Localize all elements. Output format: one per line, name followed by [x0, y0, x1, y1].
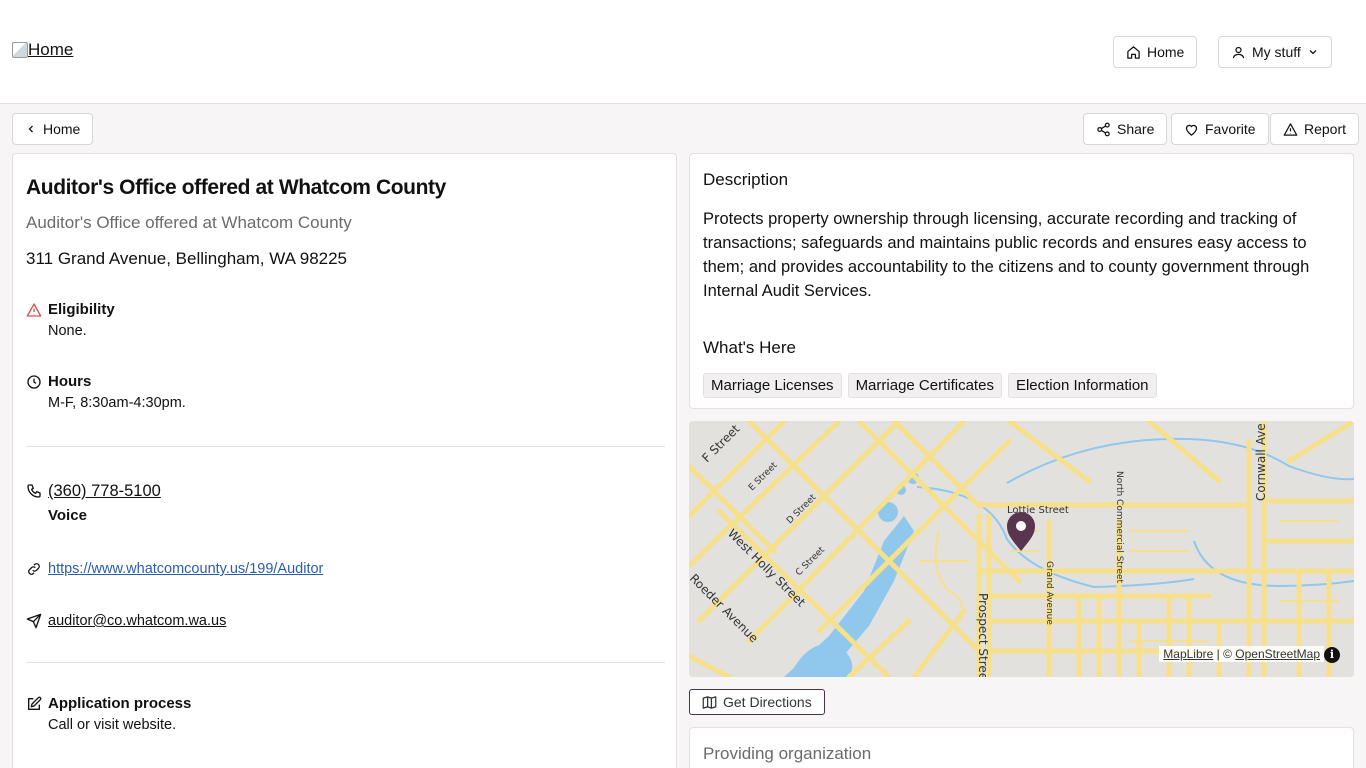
- hours-label: Hours: [48, 373, 92, 390]
- chevron-down-icon: [1307, 46, 1319, 58]
- eligibility-value: None.: [48, 323, 87, 339]
- description-card: Description Protects property ownership …: [689, 153, 1354, 409]
- description-heading: Description: [703, 170, 789, 189]
- send-icon: [26, 610, 42, 632]
- favorite-button[interactable]: Favorite: [1171, 113, 1269, 145]
- application-process-section: Application process Call or visit websit…: [26, 694, 191, 736]
- hours-section: Hours M-F, 8:30am-4:30pm.: [26, 372, 186, 414]
- my-stuff-menu-button[interactable]: My stuff: [1218, 36, 1332, 68]
- tag-item[interactable]: Marriage Licenses: [703, 373, 842, 398]
- heart-icon: [1184, 122, 1199, 137]
- website-section: https://www.whatcomcounty.us/199/Auditor: [26, 558, 323, 580]
- top-navigation-bar: Home Home My stuff: [0, 0, 1366, 104]
- home-logo-alt-text: Home: [28, 40, 74, 59]
- service-details-card: Auditor's Office offered at Whatcom Coun…: [12, 153, 677, 768]
- report-label: Report: [1304, 121, 1347, 137]
- share-button[interactable]: Share: [1083, 113, 1168, 145]
- application-value: Call or visit website.: [48, 717, 177, 733]
- service-address: 311 Grand Avenue, Bellingham, WA 98225: [26, 249, 348, 268]
- hours-value: M-F, 8:30am-4:30pm.: [48, 395, 186, 411]
- chevron-left-icon: [25, 123, 37, 135]
- application-label: Application process: [48, 695, 192, 712]
- map-label-cornwall: Cornwall Ave: [1254, 423, 1268, 501]
- service-subtitle: Auditor's Office offered at Whatcom Coun…: [26, 213, 352, 232]
- home-nav-label: Home: [1147, 44, 1185, 60]
- attribution-separator: | ©: [1213, 647, 1236, 661]
- broken-image-icon: [12, 42, 28, 58]
- map-label-grand: Grand Avenue: [1044, 561, 1054, 625]
- clock-icon: [26, 372, 42, 392]
- get-directions-label: Get Directions: [723, 694, 812, 710]
- phone-link[interactable]: (360) 778-5100: [48, 480, 161, 502]
- home-nav-button[interactable]: Home: [1113, 36, 1198, 68]
- back-home-button[interactable]: Home: [12, 113, 94, 145]
- phone-type-label: Voice: [48, 507, 87, 524]
- map-canvas[interactable]: F Street E Street D Street C Street West…: [689, 421, 1354, 677]
- providing-organization-card: Providing organization: [689, 727, 1354, 768]
- service-title: Auditor's Office offered at Whatcom Coun…: [26, 176, 446, 199]
- website-link[interactable]: https://www.whatcomcounty.us/199/Auditor: [48, 558, 323, 580]
- openstreetmap-link[interactable]: OpenStreetMap: [1235, 647, 1320, 661]
- tag-item[interactable]: Election Information: [1007, 373, 1157, 398]
- link-icon: [26, 558, 42, 580]
- share-icon: [1096, 122, 1111, 137]
- map-label-prospect: Prospect Stree: [976, 593, 990, 677]
- location-map[interactable]: F Street E Street D Street C Street West…: [689, 421, 1354, 677]
- eligibility-label: Eligibility: [48, 301, 115, 318]
- my-stuff-label: My stuff: [1252, 44, 1301, 60]
- phone-icon: [26, 480, 42, 502]
- favorite-label: Favorite: [1205, 121, 1256, 137]
- divider: [26, 662, 665, 663]
- map-label-north-commercial: North Commercial Street: [1114, 471, 1124, 584]
- home-icon: [1126, 45, 1141, 60]
- whats-here-heading: What's Here: [703, 338, 796, 357]
- edit-icon: [26, 694, 42, 714]
- eligibility-section: Eligibility None.: [26, 300, 115, 342]
- providing-organization-heading: Providing organization: [703, 744, 872, 763]
- report-button[interactable]: Report: [1270, 113, 1360, 145]
- home-logo-link[interactable]: Home: [12, 40, 73, 60]
- phone-section: (360) 778-5100 Voice: [26, 480, 161, 526]
- warning-icon: [26, 300, 42, 320]
- whats-here-tags: Marriage Licenses Marriage Certificates …: [703, 373, 1157, 398]
- warning-icon: [1283, 122, 1298, 137]
- back-label: Home: [43, 121, 81, 137]
- user-icon: [1231, 45, 1246, 60]
- email-link[interactable]: auditor@co.whatcom.wa.us: [48, 610, 226, 632]
- map-attribution: MapLibre | © OpenStreetMap: [1159, 646, 1324, 662]
- info-icon[interactable]: i: [1324, 647, 1340, 663]
- get-directions-button[interactable]: Get Directions: [689, 689, 825, 715]
- tag-item[interactable]: Marriage Certificates: [847, 373, 1002, 398]
- share-label: Share: [1117, 121, 1155, 137]
- email-section: auditor@co.whatcom.wa.us: [26, 610, 226, 632]
- divider: [26, 446, 665, 447]
- map-icon: [702, 695, 717, 710]
- description-text: Protects property ownership through lice…: [703, 210, 1310, 300]
- maplibre-link[interactable]: MapLibre: [1163, 647, 1213, 661]
